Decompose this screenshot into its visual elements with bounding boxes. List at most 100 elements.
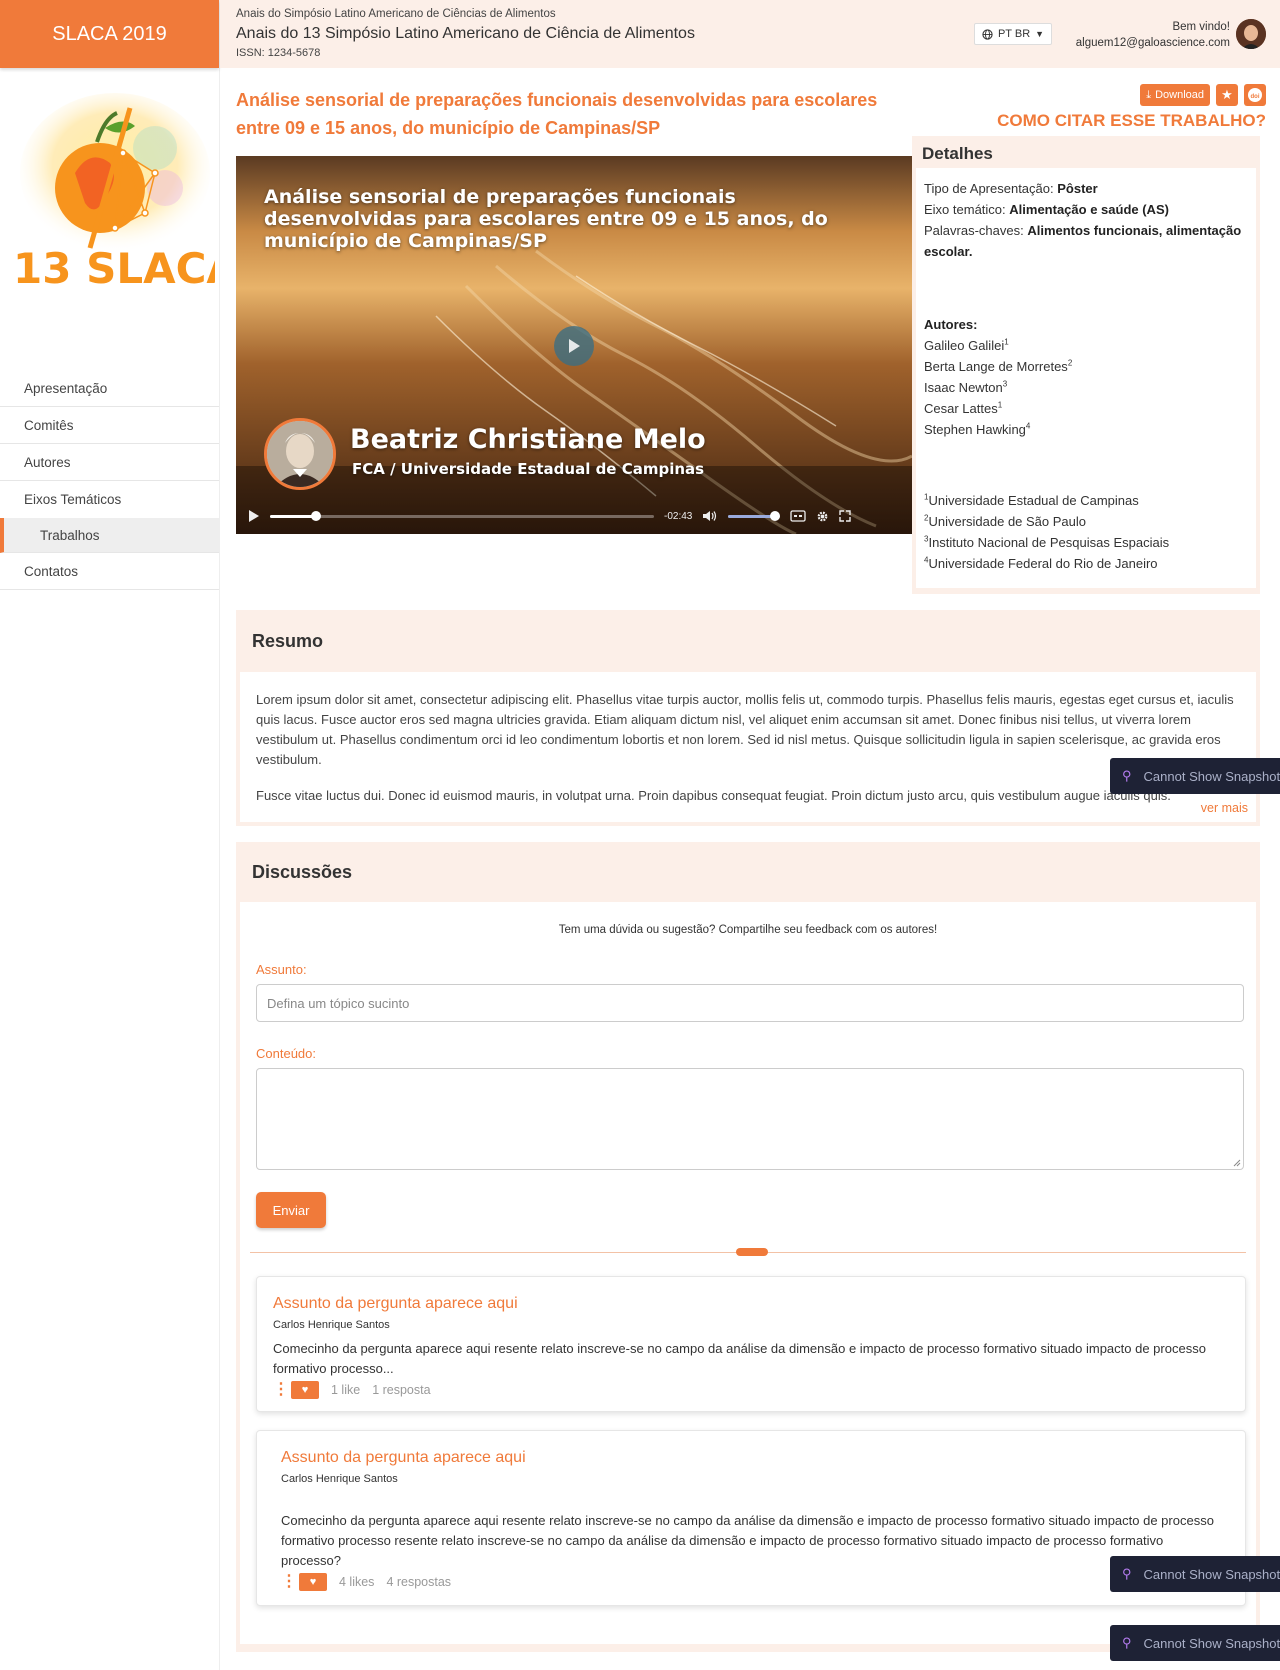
like-count: 4 likes — [339, 1575, 375, 1589]
question-title[interactable]: Assunto da pergunta aparece aqui — [273, 1295, 1229, 1313]
author-item[interactable]: Stephen Hawking4 — [924, 419, 1248, 440]
user-greeting[interactable]: Bem vindo! alguem12@galoascience.com — [1076, 19, 1230, 51]
sidebar-item-trabalhos[interactable]: Trabalhos — [0, 518, 219, 553]
snapshot-toast[interactable]: ⚲ Cannot Show Snapshot — [1110, 1625, 1280, 1661]
language-label: PT BR — [997, 28, 1031, 40]
play-button-large[interactable] — [554, 326, 594, 366]
question-excerpt: Comecinho da pergunta aparece aqui resen… — [281, 1513, 1214, 1568]
resize-handle-icon[interactable] — [1233, 1159, 1241, 1167]
video-controls: -02:43 — [236, 498, 912, 534]
video-progress-handle[interactable] — [311, 510, 322, 521]
like-button[interactable]: ♥ — [299, 1573, 327, 1591]
header-issn: ISSN: 1234-5678 — [236, 47, 321, 59]
top-header: Anais do Simpósio Latino Americano de Ci… — [220, 0, 1280, 68]
doi-icon: doi — [1248, 88, 1262, 102]
brand-title[interactable]: SLACA 2019 — [0, 0, 219, 68]
header-title: Anais do 13 Simpósio Latino Americano de… — [236, 25, 695, 42]
user-email: alguem12@galoascience.com — [1075, 37, 1230, 49]
divider-handle[interactable] — [736, 1248, 768, 1256]
sidebar-item-apresentacao[interactable]: Apresentação — [0, 370, 219, 407]
like-count: 1 like — [331, 1383, 361, 1397]
like-button[interactable]: ♥ — [291, 1381, 319, 1399]
authors-label: Autores: — [924, 317, 978, 332]
abstract-body: Lorem ipsum dolor sit amet, consectetur … — [240, 672, 1256, 822]
toast-label: Cannot Show Snapshot — [1143, 768, 1280, 784]
abstract-panel: Resumo Lorem ipsum dolor sit amet, conse… — [236, 610, 1260, 826]
more-options-icon[interactable]: ⋮ — [281, 1574, 297, 1590]
captions-icon[interactable] — [790, 510, 807, 522]
question-card[interactable]: Assunto da pergunta aparece aqui Carlos … — [256, 1276, 1246, 1412]
video-player[interactable]: Análise sensorial de preparações funcion… — [236, 156, 912, 534]
discussions-heading: Discussões — [252, 862, 353, 882]
question-author: Carlos Henrique Santos — [281, 1473, 398, 1485]
details-body: Tipo de Apresentação: Pôster Eixo temáti… — [916, 168, 1256, 588]
content-textarea[interactable] — [256, 1068, 1244, 1170]
video-progress-bar[interactable] — [270, 510, 654, 521]
question-meta: ⋮ ♥ 1 like 1 resposta — [273, 1381, 1229, 1399]
play-icon — [569, 339, 580, 353]
divider — [250, 1248, 1246, 1256]
details-heading: Detalhes — [922, 144, 993, 163]
subject-label: Assunto: — [256, 962, 307, 977]
cite-link[interactable]: COMO CITAR ESSE TRABALHO? — [997, 111, 1266, 131]
question-card[interactable]: Assunto da pergunta aparece aqui Carlos … — [256, 1430, 1246, 1606]
abstract-paragraph: Fusce vitae luctus dui. Donec id euismod… — [256, 788, 1171, 803]
language-selector[interactable]: PT BR ▼ — [974, 23, 1052, 45]
speaker-name: Beatriz Christiane Melo — [350, 424, 706, 455]
paper-actions: ⤓ Download ★ doi — [1140, 84, 1266, 106]
download-icon: ⤓ — [1146, 88, 1152, 101]
play-icon[interactable] — [248, 509, 260, 523]
sidebar-item-autores[interactable]: Autores — [0, 444, 219, 481]
reply-count[interactable]: 4 respostas — [386, 1575, 451, 1589]
author-item[interactable]: Berta Lange de Morretes2 — [924, 356, 1248, 377]
avatar[interactable] — [1236, 19, 1266, 49]
paper-title: Análise sensorial de preparações funcion… — [236, 90, 878, 138]
more-options-icon[interactable]: ⋮ — [273, 1382, 289, 1398]
author-item[interactable]: Galileo Galilei1 — [924, 335, 1248, 356]
question-meta: ⋮ ♥ 4 likes 4 respostas — [281, 1573, 1221, 1591]
volume-icon[interactable] — [702, 510, 718, 522]
fullscreen-icon[interactable] — [839, 510, 852, 522]
star-icon: ★ — [1221, 87, 1233, 102]
volume-handle[interactable] — [770, 510, 781, 521]
send-button[interactable]: Enviar — [256, 1192, 326, 1228]
author-item[interactable]: Cesar Lattes1 — [924, 398, 1248, 419]
snapshot-toast[interactable]: ⚲ Cannot Show Snapshot — [1110, 758, 1280, 794]
user-photo — [1236, 19, 1266, 49]
sidebar-item-contatos[interactable]: Contatos — [0, 553, 219, 590]
presentation-type-label: Tipo de Apresentação: — [924, 181, 1054, 196]
keywords: Palavras-chaves: Alimentos funcionais, a… — [924, 220, 1248, 262]
discussions-panel: Discussões Tem uma dúvida ou sugestão? C… — [236, 842, 1260, 1652]
map-pin-icon: ⚲ — [1122, 1566, 1132, 1581]
download-button[interactable]: ⤓ Download — [1140, 84, 1210, 106]
reply-count[interactable]: 1 resposta — [372, 1383, 430, 1397]
volume-fill — [728, 514, 776, 518]
sidebar-nav: Apresentação Comitês Autores Eixos Temát… — [0, 370, 219, 590]
snapshot-toast[interactable]: ⚲ Cannot Show Snapshot — [1110, 1556, 1280, 1592]
favorite-button[interactable]: ★ — [1216, 84, 1238, 106]
logo-text: 13 SLACA — [13, 244, 215, 293]
author-list: Galileo Galilei1 Berta Lange de Morretes… — [924, 335, 1248, 440]
globe-icon — [982, 28, 993, 40]
doi-button[interactable]: doi — [1244, 84, 1266, 106]
question-author: Carlos Henrique Santos — [273, 1319, 390, 1331]
subject-input[interactable]: Defina um tópico sucinto — [256, 984, 1244, 1022]
affiliation-item: 1Universidade Estadual de Campinas — [924, 492, 1139, 508]
download-label: Download — [1155, 89, 1204, 101]
feedback-prompt: Tem uma dúvida ou sugestão? Compartilhe … — [558, 924, 938, 936]
question-title[interactable]: Assunto da pergunta aparece aqui — [281, 1449, 1221, 1467]
map-pin-icon: ⚲ — [1122, 768, 1132, 783]
author-item[interactable]: Isaac Newton3 — [924, 377, 1248, 398]
video-title-overlay: Análise sensorial de preparações funcion… — [264, 186, 828, 252]
volume-slider[interactable] — [728, 510, 781, 521]
video-progress-fill — [270, 514, 317, 518]
sidebar-item-comites[interactable]: Comitês — [0, 407, 219, 444]
settings-gear-icon[interactable] — [816, 510, 829, 523]
video-time: -02:43 — [664, 510, 693, 522]
toast-label: Cannot Show Snapshot — [1143, 1566, 1280, 1582]
sidebar-item-eixos-tematicos[interactable]: Eixos Temáticos — [0, 481, 219, 518]
heart-icon: ♥ — [301, 1384, 309, 1396]
read-more-link[interactable]: ver mais — [1194, 798, 1248, 818]
event-logo[interactable]: 13 SLACA — [0, 68, 219, 308]
svg-text:doi: doi — [1251, 94, 1260, 100]
